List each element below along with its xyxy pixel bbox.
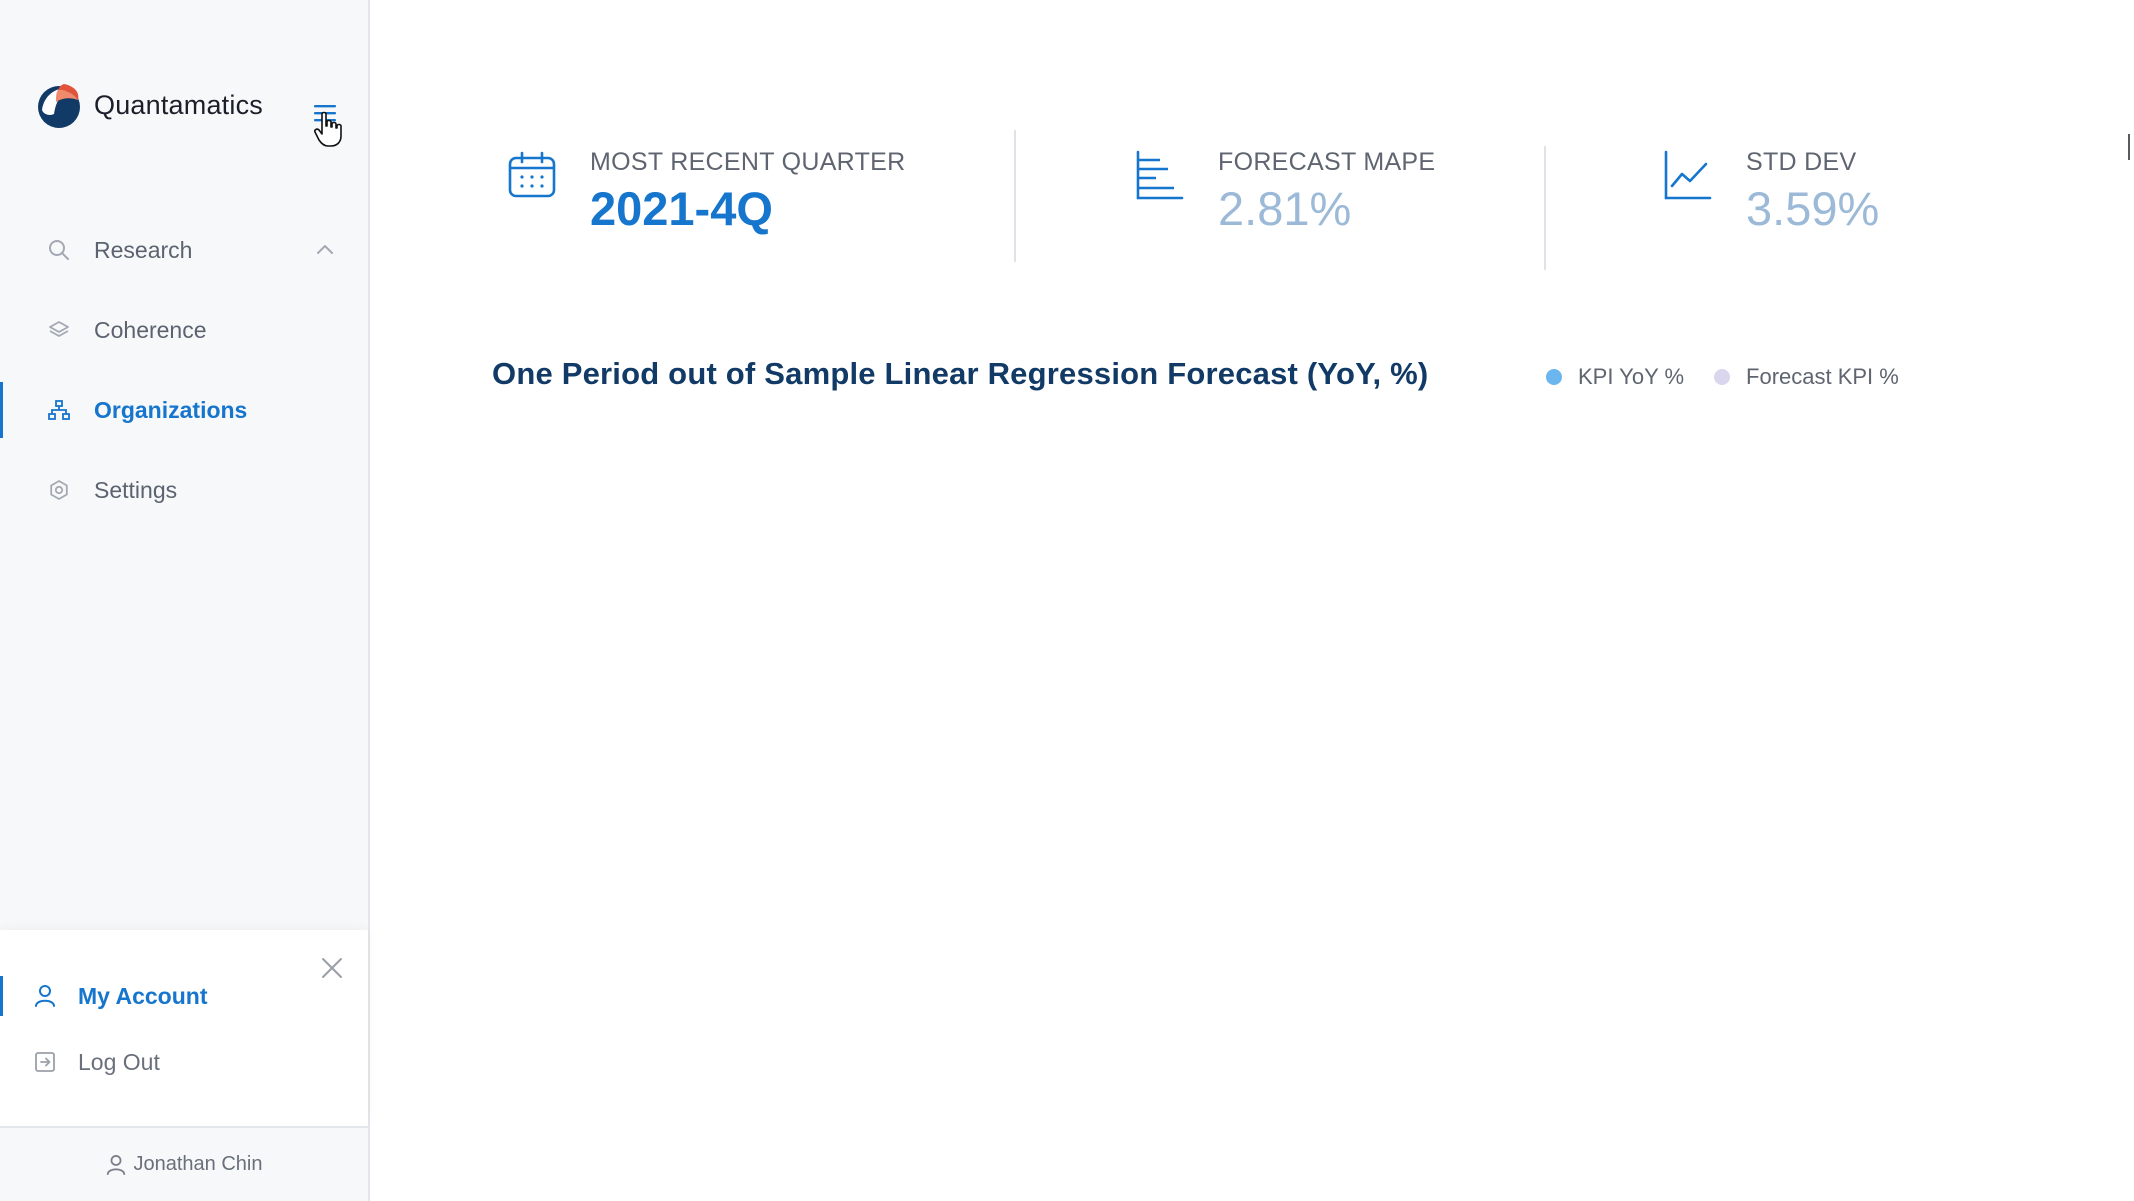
user-profile[interactable]: Jonathan Chin [0, 1126, 368, 1201]
sidebar-item-label: Research [94, 236, 193, 263]
user-name: Jonathan Chin [133, 1153, 263, 1175]
brand-logo[interactable]: Quantamatics [34, 80, 263, 130]
sidebar-item-coherence[interactable]: Coherence [0, 290, 368, 370]
legend-item-forecast-kpi[interactable]: Forecast KPI % [1714, 364, 1899, 390]
kpi-value: 2021-4Q [590, 182, 773, 235]
sidebar-item-settings[interactable]: Settings [0, 450, 368, 530]
kpi-label: MOST RECENT QUARTER [590, 148, 906, 176]
user-icon [106, 1154, 125, 1175]
gear-icon [48, 479, 70, 501]
sidebar-nav: Research Coherence Organizations Setting… [0, 210, 368, 530]
chevron-up-icon[interactable] [314, 238, 336, 260]
kpi-forecast-mape: FORECAST MAPE 2.81% [1134, 148, 1435, 236]
bar-list-icon [1136, 150, 1184, 200]
org-chart-icon [48, 399, 70, 421]
legend-label: Forecast KPI % [1746, 364, 1899, 389]
log-out-label: Log Out [78, 1048, 160, 1075]
sidebar-item-label: Organizations [94, 396, 248, 423]
legend-item-kpi-yoy[interactable]: KPI YoY % [1546, 364, 1684, 390]
kpi-label: STD DEV [1746, 148, 1857, 176]
sidebar-item-organizations[interactable]: Organizations [0, 370, 368, 450]
log-out-item[interactable]: Log Out [0, 1036, 368, 1088]
kpi-label: FORECAST MAPE [1218, 148, 1436, 176]
chart-title: One Period out of Sample Linear Regressi… [492, 356, 1429, 391]
my-account-item[interactable]: My Account [0, 970, 368, 1022]
brand-name: Quantamatics [94, 89, 263, 120]
main-content: MOST RECENT QUARTER 2021-4Q FORECAST MAP… [372, 0, 2134, 1201]
kpi-std-dev: STD DEV 3.59% [1662, 148, 1879, 236]
kpi-value: 2.81% [1218, 182, 1352, 235]
hamburger-icon [314, 105, 336, 122]
kpi-value: 3.59% [1746, 182, 1880, 235]
kpi-divider [1014, 130, 1016, 262]
kpi-divider [1544, 146, 1546, 270]
quantamatics-logo-icon [38, 84, 80, 128]
sidebar-item-label: Settings [94, 476, 178, 503]
sidebar: Quantamatics Research Coherence Organiza… [0, 0, 370, 1201]
layers-icon [48, 319, 70, 341]
search-icon [48, 239, 70, 261]
account-menu: My Account Log Out [0, 930, 368, 1126]
legend-dot [1546, 369, 1562, 385]
calendar-icon [508, 151, 556, 198]
sidebar-item-label: Coherence [94, 316, 207, 343]
sidebar-item-research[interactable]: Research [0, 210, 368, 290]
chart-canvas[interactable] [492, 420, 2052, 1080]
line-chart-icon [1664, 150, 1712, 200]
legend-label: KPI YoY % [1578, 364, 1685, 389]
my-account-label: My Account [78, 982, 208, 1009]
window-edge-marker [2128, 134, 2130, 160]
kpi-most-recent-quarter: MOST RECENT QUARTER 2021-4Q [506, 148, 905, 236]
user-icon [35, 985, 55, 1007]
menu-toggle-button[interactable] [306, 98, 346, 138]
logout-icon [35, 1052, 55, 1072]
legend-dot [1714, 369, 1731, 385]
chart-legend: KPI YoY % Forecast KPI % [1546, 364, 1929, 390]
